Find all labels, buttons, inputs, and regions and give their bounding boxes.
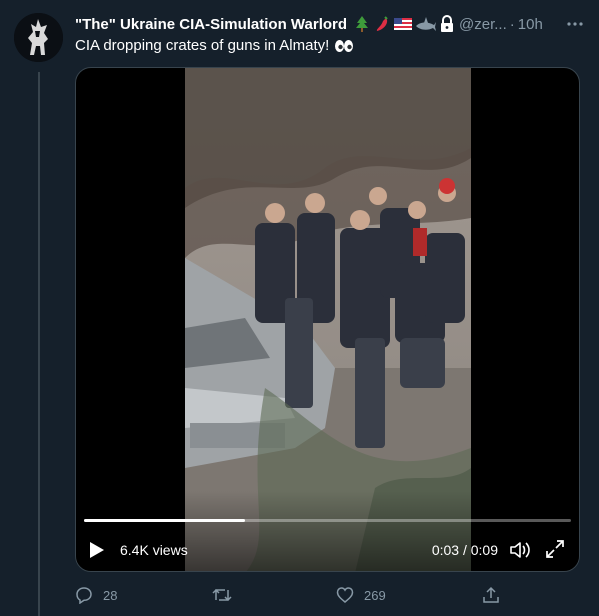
separator-dot: · xyxy=(509,15,515,33)
reply-count: 28 xyxy=(103,587,118,603)
controls-overlay xyxy=(76,491,579,571)
more-options-button[interactable] xyxy=(565,14,585,34)
view-count: 6.4K views xyxy=(120,542,188,558)
us-flag-icon xyxy=(394,18,413,30)
lock-icon xyxy=(441,15,454,32)
tweet-header: "The" Ukraine CIA-Simulation Warlord @ze… xyxy=(75,13,589,35)
avatar[interactable] xyxy=(14,13,63,62)
tweet-text: CIA dropping crates of guns in Almaty! xyxy=(75,37,330,54)
christmas-tree-icon xyxy=(356,16,369,32)
volume-button[interactable] xyxy=(509,540,531,560)
display-name[interactable]: "The" Ukraine CIA-Simulation Warlord xyxy=(75,16,347,33)
video-player[interactable]: 6.4K views 0:03 / 0:09 xyxy=(75,67,580,572)
like-count: 269 xyxy=(364,587,386,603)
reply-icon xyxy=(76,587,92,604)
chili-pepper-icon xyxy=(376,16,388,31)
user-handle[interactable]: @zer... xyxy=(459,16,507,33)
shark-icon xyxy=(416,17,437,31)
volume-icon xyxy=(510,542,530,558)
avatar-image xyxy=(14,13,63,62)
reply-button[interactable]: 28 xyxy=(75,586,117,604)
progress-fill xyxy=(84,519,245,522)
progress-bar[interactable] xyxy=(84,519,571,522)
eyes-icon xyxy=(335,39,354,52)
name-emoji-strip xyxy=(353,15,455,33)
retweet-icon xyxy=(212,588,232,602)
play-icon xyxy=(90,542,104,558)
fullscreen-button[interactable] xyxy=(545,539,565,559)
fullscreen-icon xyxy=(546,540,564,558)
heart-icon xyxy=(336,587,354,603)
tweet-text-row: CIA dropping crates of guns in Almaty! xyxy=(75,37,354,54)
timestamp[interactable]: 10h xyxy=(518,16,543,33)
more-icon xyxy=(567,22,583,26)
retweet-button[interactable] xyxy=(212,586,242,604)
share-icon xyxy=(483,586,499,603)
video-timecode: 0:03 / 0:09 xyxy=(431,542,498,558)
share-button[interactable] xyxy=(482,586,500,604)
like-button[interactable]: 269 xyxy=(336,586,386,604)
thread-line xyxy=(38,72,40,616)
play-button[interactable] xyxy=(88,540,106,560)
tweet-actions: 28 269 xyxy=(75,586,505,606)
